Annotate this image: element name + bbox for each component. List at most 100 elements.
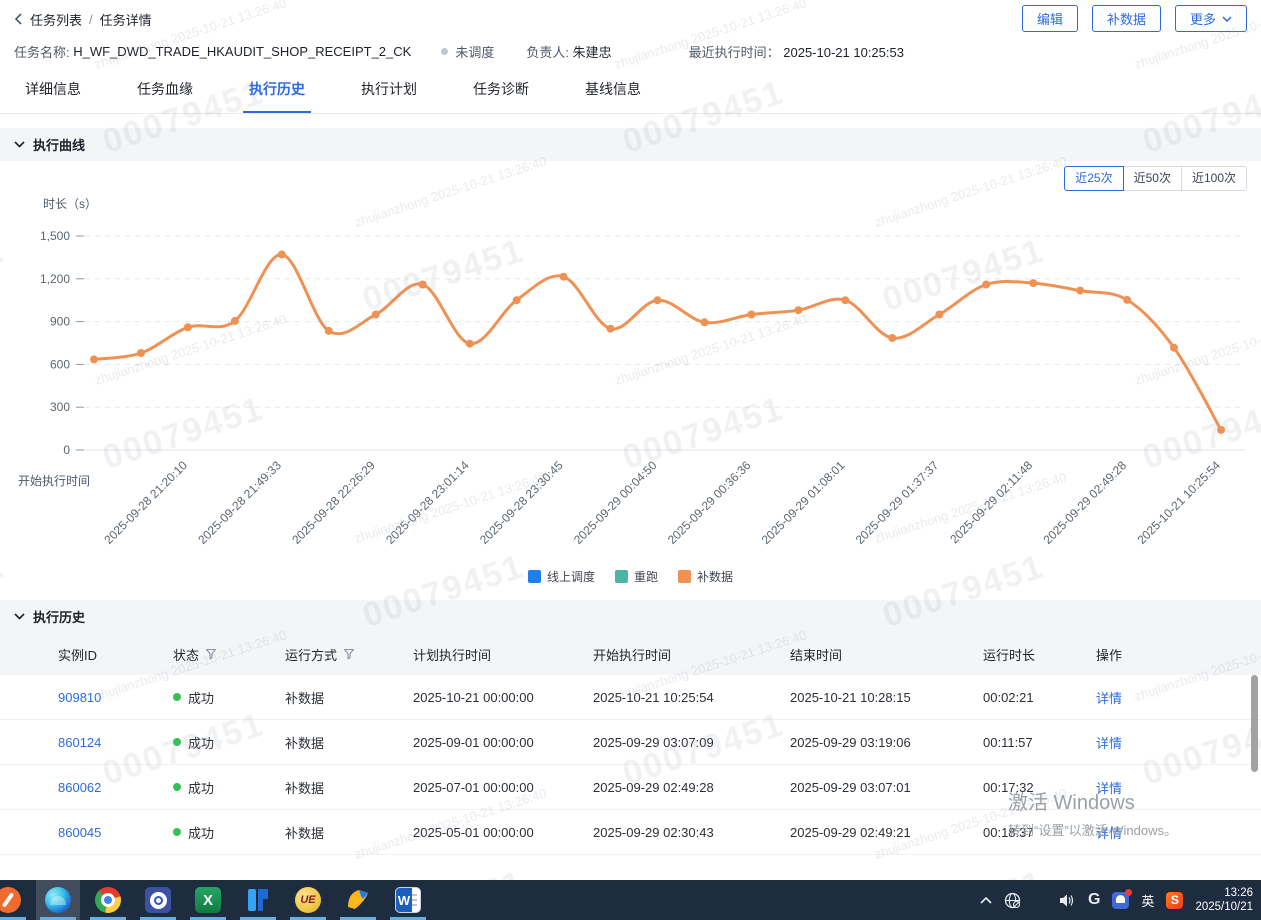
cell-run-mode: 补数据 — [285, 778, 413, 797]
data-point — [372, 311, 380, 319]
success-dot — [173, 783, 181, 791]
execution-curve-chart[interactable]: 03006009001,2001,5002025-09-28 21:20:102… — [0, 161, 1261, 595]
backfill-button[interactable]: 补数据 — [1092, 5, 1161, 32]
tab-task-diagnosis[interactable]: 任务诊断 — [473, 66, 529, 113]
network-globe-icon[interactable] — [1004, 892, 1021, 909]
detail-link[interactable]: 详情 — [1096, 778, 1261, 797]
svg-text:时长（s）: 时长（s） — [43, 197, 97, 211]
detail-link[interactable]: 详情 — [1096, 823, 1261, 842]
blue-f-app-icon[interactable] — [236, 880, 280, 920]
instance-id-link[interactable]: 909810 — [58, 690, 173, 705]
data-point — [841, 296, 849, 304]
task-detail-page: 00079451zhujianzhong 2025-10-21 13:26:40… — [0, 0, 1261, 920]
cell-start-time: 2025-10-21 10:25:54 — [593, 690, 790, 705]
data-point — [231, 317, 239, 325]
last-run-time: 2025-10-21 10:25:53 — [783, 45, 904, 60]
success-dot — [173, 828, 181, 836]
cell-duration: 00:18:37 — [983, 825, 1096, 840]
table-scrollbar[interactable] — [1251, 675, 1258, 772]
cell-duration: 00:02:21 — [983, 690, 1096, 705]
data-point — [654, 296, 662, 304]
tab-detail-info[interactable]: 详细信息 — [25, 66, 81, 113]
cell-run-mode: 补数据 — [285, 733, 413, 752]
range-last-100[interactable]: 近100次 — [1181, 166, 1247, 191]
bell-app-icon[interactable] — [1112, 892, 1129, 909]
ultraedit-icon[interactable]: UE — [286, 880, 330, 920]
filter-icon[interactable] — [205, 648, 217, 660]
row-status: 成功 — [173, 688, 285, 707]
cell-start-time: 2025-09-29 03:07:09 — [593, 735, 790, 750]
chrome-browser-icon[interactable] — [86, 880, 130, 920]
status-text: 成功 — [188, 688, 214, 707]
success-dot — [173, 738, 181, 746]
chevron-down-icon — [1222, 16, 1232, 22]
taskbar-clock[interactable]: 13:26 2025/10/21 — [1195, 886, 1253, 914]
tab-execution-plan[interactable]: 执行计划 — [361, 66, 417, 113]
cell-end-time: 2025-09-29 02:49:21 — [790, 825, 983, 840]
row-status: 成功 — [173, 778, 285, 797]
svg-text:2025-09-28 22:26:29: 2025-09-28 22:26:29 — [289, 458, 378, 547]
ime-indicator[interactable]: 英 — [1141, 891, 1154, 910]
history-section-header[interactable]: 执行历史 — [0, 600, 1261, 633]
word-icon[interactable]: W — [386, 880, 430, 920]
legend-swatch — [528, 570, 541, 583]
svg-text:600: 600 — [50, 357, 70, 371]
tab-baseline-info[interactable]: 基线信息 — [585, 66, 641, 113]
cell-end-time: 2025-10-21 10:28:15 — [790, 690, 983, 705]
mail-app-icon[interactable] — [336, 880, 380, 920]
clock-date: 2025/10/21 — [1195, 900, 1253, 914]
instance-id-link[interactable]: 860062 — [58, 780, 173, 795]
breadcrumb-task-list[interactable]: 任务列表 — [30, 10, 82, 29]
history-table-header: 实例ID 状态 运行方式 计划执行时间 开始执行时间 结束时间 运行时长 操作 — [0, 633, 1261, 675]
detail-link[interactable]: 详情 — [1096, 688, 1261, 707]
svg-text:2025-09-29 01:08:01: 2025-09-29 01:08:01 — [759, 458, 848, 547]
filter-icon[interactable] — [343, 648, 355, 660]
tab-execution-history[interactable]: 执行历史 — [249, 66, 305, 113]
breadcrumb-separator: / — [89, 12, 93, 27]
sogou-icon[interactable]: S — [1166, 892, 1183, 909]
svg-text:2025-09-28 21:20:10: 2025-09-28 21:20:10 — [101, 458, 190, 547]
col-status: 状态 — [173, 645, 285, 664]
legend-item[interactable]: 补数据 — [678, 568, 733, 585]
app-tiles-icon[interactable] — [1033, 893, 1047, 907]
pen-app-icon[interactable] — [0, 880, 30, 920]
data-point — [982, 281, 990, 289]
owner-name: 朱建忠 — [573, 45, 612, 60]
data-point — [90, 355, 98, 363]
cell-run-mode: 补数据 — [285, 688, 413, 707]
curve-section-header[interactable]: 执行曲线 — [0, 128, 1261, 161]
range-last-50[interactable]: 近50次 — [1123, 166, 1182, 191]
edge-browser-icon[interactable] — [36, 880, 80, 920]
col-instance-id: 实例ID — [58, 645, 173, 664]
instance-id-link[interactable]: 860045 — [58, 825, 173, 840]
data-point — [560, 273, 568, 281]
g-app-icon[interactable]: G — [1088, 891, 1100, 909]
svg-text:2025-09-28 23:01:14: 2025-09-28 23:01:14 — [383, 458, 472, 547]
legend-item[interactable]: 线上调度 — [528, 568, 595, 585]
back-chevron-icon[interactable] — [14, 13, 23, 25]
svg-text:2025-09-29 00:04:50: 2025-09-29 00:04:50 — [571, 458, 660, 547]
col-run-mode: 运行方式 — [285, 645, 413, 664]
legend-item[interactable]: 重跑 — [615, 568, 658, 585]
more-button[interactable]: 更多 — [1175, 5, 1247, 32]
data-point — [701, 318, 709, 326]
instance-id-link[interactable]: 860124 — [58, 735, 173, 750]
cell-plan-time: 2025-05-01 00:00:00 — [413, 825, 593, 840]
svg-text:300: 300 — [50, 400, 70, 414]
legend-label: 重跑 — [634, 568, 658, 585]
svg-text:900: 900 — [50, 315, 70, 329]
tab-bar: 详细信息 任务血缘 执行历史 执行计划 任务诊断 基线信息 — [0, 66, 1261, 114]
excel-icon[interactable]: X — [186, 880, 230, 920]
tray-expand-icon[interactable] — [980, 896, 992, 904]
tab-lineage[interactable]: 任务血缘 — [137, 66, 193, 113]
cell-run-mode: 补数据 — [285, 823, 413, 842]
volume-icon[interactable] — [1059, 893, 1076, 908]
data-point — [935, 311, 943, 319]
detail-link[interactable]: 详情 — [1096, 733, 1261, 752]
data-point — [1029, 279, 1037, 287]
range-last-25[interactable]: 近25次 — [1064, 166, 1123, 191]
table-row: 860124成功补数据2025-09-01 00:00:002025-09-29… — [0, 720, 1261, 765]
edit-button[interactable]: 编辑 — [1022, 5, 1078, 32]
svg-text:2025-09-29 00:36:36: 2025-09-29 00:36:36 — [665, 458, 754, 547]
blue-circle-app-icon[interactable] — [136, 880, 180, 920]
